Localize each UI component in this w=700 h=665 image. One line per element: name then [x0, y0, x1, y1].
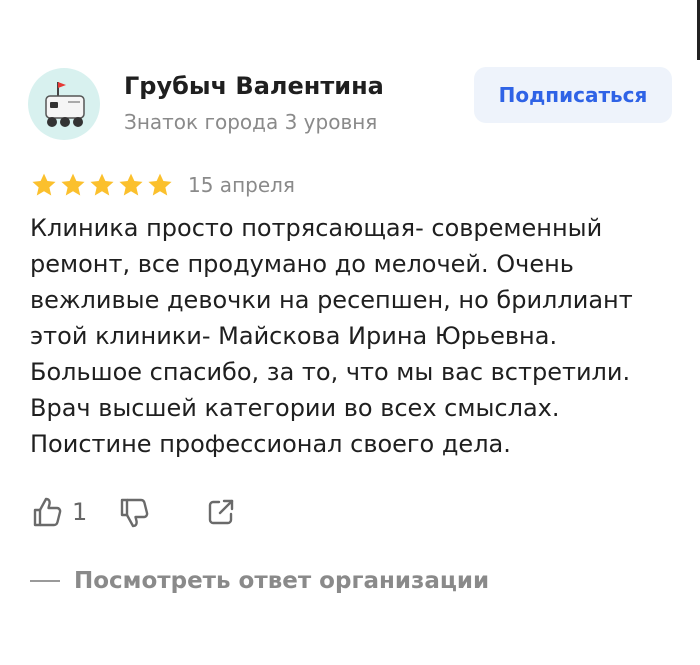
- review-card: Грубыч Валентина Знаток города 3 уровня …: [0, 0, 700, 665]
- review-header: Грубыч Валентина Знаток города 3 уровня …: [28, 64, 672, 144]
- review-actions: 1: [30, 490, 237, 534]
- subscribe-button[interactable]: Подписаться: [474, 67, 672, 123]
- thumbs-down-icon: [121, 498, 149, 528]
- star-icon: [90, 173, 114, 196]
- author-name[interactable]: Грубыч Валентина: [124, 72, 384, 100]
- answer-link-label: Посмотреть ответ организации: [74, 568, 490, 594]
- divider-dash: [30, 580, 60, 582]
- star-icon: [32, 173, 56, 196]
- review-date: 15 апреля: [188, 173, 295, 197]
- view-organization-answer-link[interactable]: Посмотреть ответ организации: [30, 568, 489, 594]
- star-icon: [119, 173, 143, 196]
- avatar[interactable]: [28, 68, 100, 140]
- like-count: 1: [72, 498, 88, 526]
- star-icon: [148, 173, 172, 196]
- thumbs-up-icon: [33, 497, 62, 527]
- rating-stars: [30, 171, 174, 199]
- author-level: Знаток города 3 уровня: [124, 110, 378, 134]
- star-icon: [61, 173, 85, 196]
- like-button[interactable]: 1: [30, 495, 87, 529]
- review-text: Клиника просто потрясающая- современный …: [30, 214, 633, 458]
- share-button[interactable]: [205, 496, 237, 528]
- dislike-button[interactable]: [117, 495, 151, 529]
- rating-row: 15 апреля: [30, 170, 295, 200]
- share-icon: [209, 499, 234, 525]
- delivery-robot-icon: [45, 82, 85, 127]
